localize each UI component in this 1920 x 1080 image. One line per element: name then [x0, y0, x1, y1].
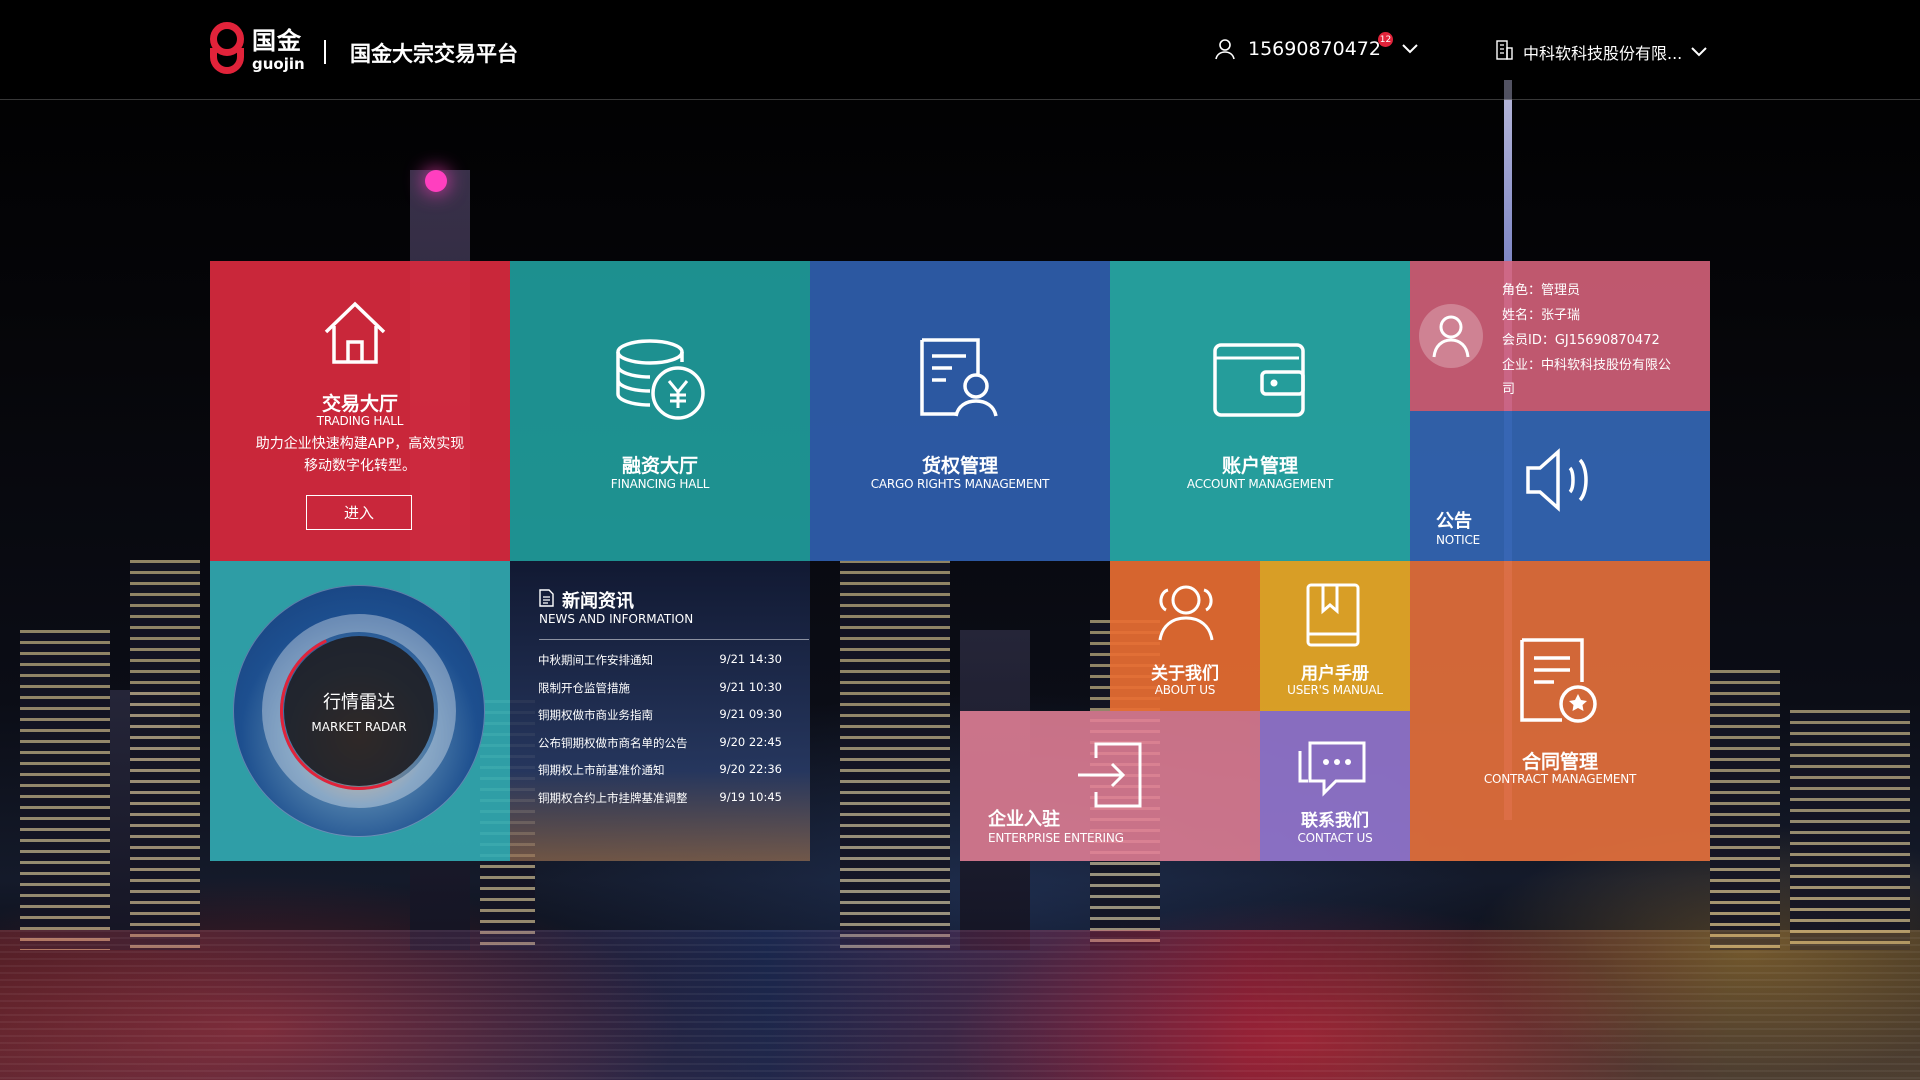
about-us-subtitle: ABOUT US [1154, 683, 1216, 697]
account-management-title: 账户管理 [1221, 455, 1298, 477]
brand-logo[interactable]: 国金 guojin [210, 22, 305, 78]
building [130, 560, 200, 950]
building [1790, 710, 1910, 950]
news-subtitle: NEWS AND INFORMATION [539, 612, 694, 626]
contract-management-title: 合同管理 [1521, 751, 1598, 773]
header-divider [324, 40, 326, 64]
notification-badge[interactable]: 12 [1377, 32, 1393, 47]
about-us-title: 关于我们 [1151, 664, 1219, 684]
market-radar-subtitle: MARKET RADAR [311, 720, 407, 734]
document-user-icon [918, 338, 1004, 422]
coins-yen-icon [610, 338, 710, 427]
user-icon [1214, 38, 1236, 60]
user-phone: 15690870472 [1248, 38, 1381, 60]
user-manual-subtitle: USER'S MANUAL [1287, 683, 1383, 697]
chat-icon [1296, 735, 1368, 803]
profile-company: 企业：中科软科技股份有限公 [1502, 358, 1672, 373]
chevron-down-icon[interactable] [1690, 43, 1708, 62]
river [0, 930, 1920, 1080]
trading-hall-description: 助力企业快速构建APP，高效实现移动数字化转型。 [255, 436, 465, 474]
trading-hall-title: 交易大厅 [321, 393, 398, 415]
trading-hall-subtitle: TRADING HALL [316, 414, 404, 428]
financing-hall-title: 融资大厅 [621, 455, 698, 477]
news-item[interactable]: 公布铜期权做市商名单的公告 9/20 22:45 [538, 735, 782, 763]
contact-us-title: 联系我们 [1301, 811, 1369, 831]
logo-text-en: guojin [252, 54, 305, 73]
cargo-rights-title: 货权管理 [921, 455, 998, 477]
company-name: 中科软科技股份有限... [1523, 44, 1683, 63]
building [110, 690, 180, 950]
enterprise-entering-subtitle: ENTERPRISE ENTERING [988, 831, 1124, 845]
news-title: 新闻资讯 [562, 591, 634, 612]
building [840, 560, 950, 950]
home-icon [320, 298, 390, 372]
news-divider [539, 639, 809, 640]
news-item[interactable]: 铜期权合约上市挂牌基准调整 9/19 10:45 [538, 790, 782, 818]
news-item[interactable]: 中秋期间工作安排通知 9/21 14:30 [538, 652, 782, 680]
building-icon [1495, 40, 1513, 64]
contact-us-subtitle: CONTACT US [1297, 831, 1373, 845]
enter-arrow-icon [1074, 740, 1144, 814]
building [1710, 670, 1780, 950]
building [20, 630, 110, 950]
notice-subtitle: NOTICE [1436, 533, 1481, 547]
profile-role: 角色：管理员 [1502, 283, 1581, 298]
news-list: 中秋期间工作安排通知 9/21 14:30 限制开仓监管措施 9/21 10:30 … [538, 652, 782, 817]
logo-mark-icon [210, 22, 244, 78]
avatar-user-icon [1432, 315, 1470, 358]
enter-button[interactable]: 进入 [306, 495, 412, 530]
tower-light [425, 170, 447, 192]
account-management-subtitle: ACCOUNT MANAGEMENT [1186, 477, 1334, 491]
notice-title: 公告 [1436, 511, 1472, 532]
wallet-icon [1212, 340, 1306, 422]
news-item[interactable]: 限制开仓监管措施 9/21 10:30 [538, 680, 782, 708]
book-icon [1305, 582, 1361, 652]
top-header: 国金 guojin 国金大宗交易平台 15690870472 12 中科软科技股… [0, 0, 1920, 100]
chevron-down-icon[interactable] [1401, 40, 1419, 59]
contract-management-subtitle: CONTRACT MANAGEMENT [1483, 772, 1637, 786]
profile-member-id: 会员ID：GJ15690870472 [1502, 333, 1660, 348]
people-icon [1148, 582, 1222, 646]
market-radar-title: 行情雷达 [323, 692, 395, 713]
avatar[interactable] [1419, 304, 1483, 368]
speaker-icon [1524, 444, 1596, 520]
cargo-rights-subtitle: CARGO RIGHTS MANAGEMENT [870, 477, 1050, 491]
platform-title: 国金大宗交易平台 [350, 42, 518, 66]
user-manual-title: 用户手册 [1301, 664, 1369, 684]
financing-hall-subtitle: FINANCING HALL [610, 477, 710, 491]
user-menu[interactable]: 15690870472 12 [1214, 32, 1419, 60]
company-selector[interactable]: 中科软科技股份有限... [1495, 40, 1708, 64]
contract-icon [1518, 638, 1598, 728]
enterprise-entering-title: 企业入驻 [988, 809, 1060, 830]
news-item[interactable]: 铜期权上市前基准价通知 9/20 22:36 [538, 762, 782, 790]
profile-name: 姓名：张子瑞 [1502, 308, 1581, 323]
radar-core[interactable]: 行情雷达 MARKET RADAR [284, 636, 434, 786]
profile-company-cont: 司 [1502, 382, 1516, 397]
news-item[interactable]: 铜期权做市商业务指南 9/21 09:30 [538, 707, 782, 735]
document-icon [538, 589, 554, 611]
logo-text-cn: 国金 [252, 26, 302, 55]
